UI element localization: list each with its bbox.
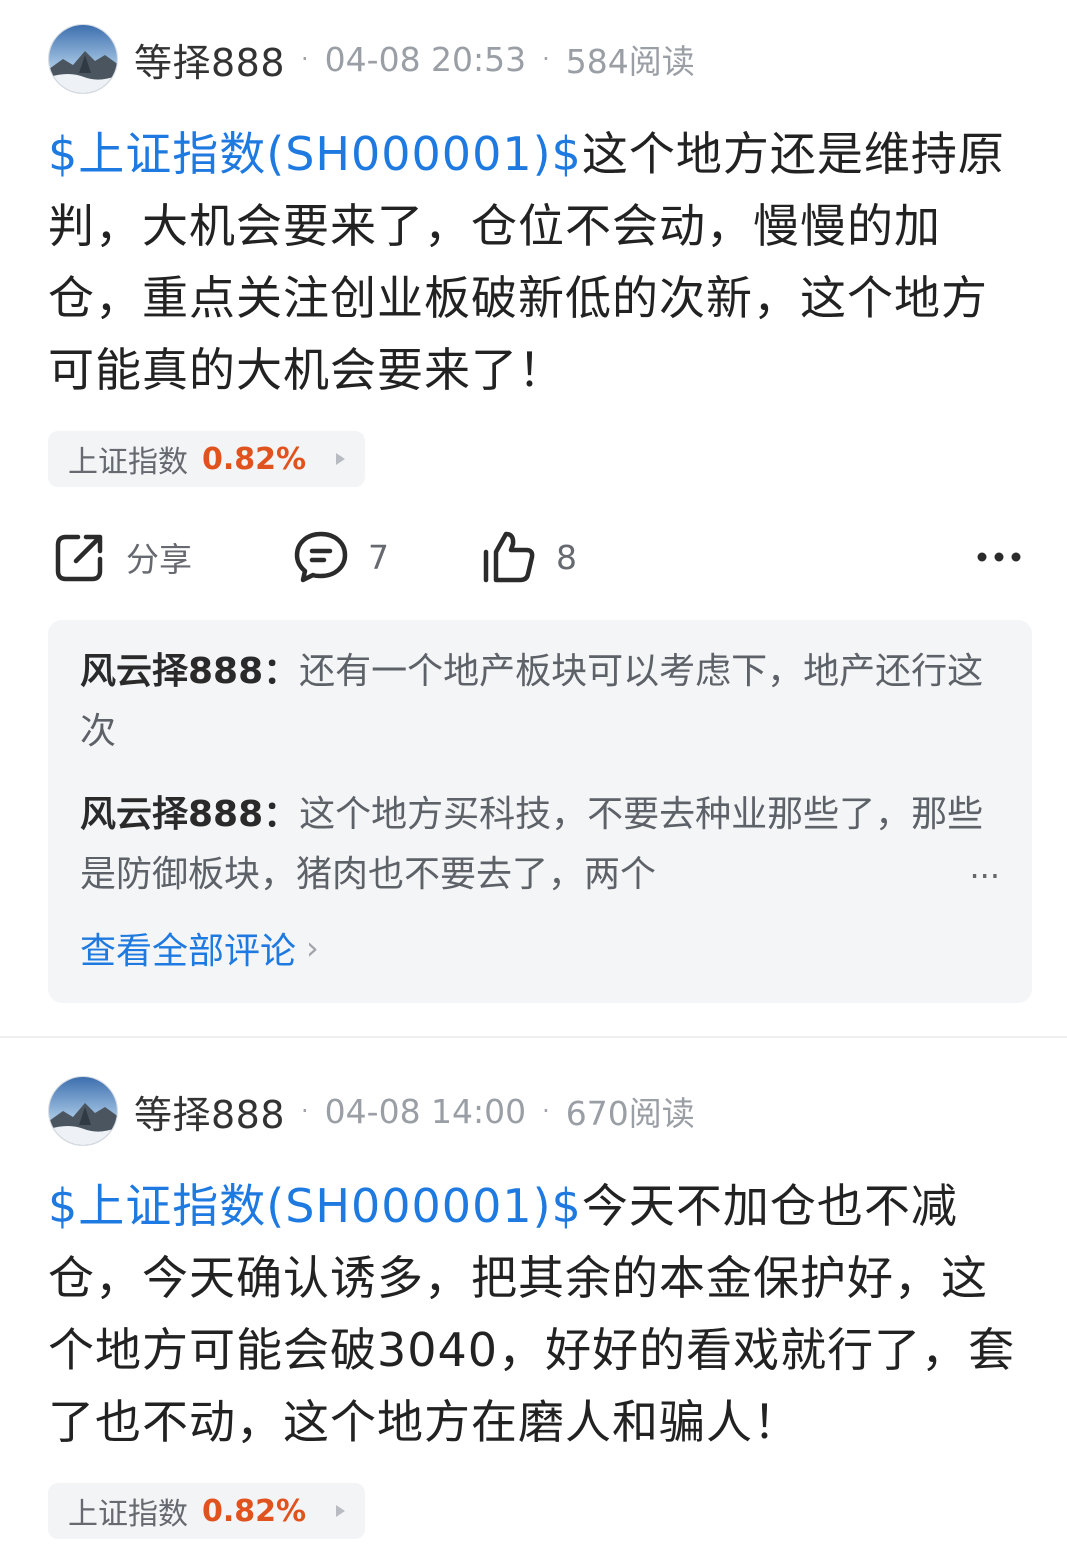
stock-tag-link[interactable]: $上证指数(SH000001)$ <box>48 1179 582 1233</box>
share-button[interactable]: 分享 <box>52 525 192 589</box>
user-avatar[interactable] <box>48 1076 118 1146</box>
comment-icon <box>294 531 348 583</box>
user-avatar[interactable] <box>48 24 118 94</box>
username[interactable]: 等择888 <box>134 32 285 87</box>
comment-author[interactable]: 风云择888 <box>80 794 263 835</box>
like-button[interactable]: 8 <box>480 525 577 589</box>
comment-separator: ： <box>263 651 300 692</box>
meta-separator: · <box>542 45 550 73</box>
comment-count: 7 <box>368 537 389 577</box>
comment-item[interactable]: 风云择888：还有一个地产板块可以考虑下，地产还行这次 <box>80 642 1000 762</box>
quote-name: 上证指数 <box>68 445 188 480</box>
read-count: 584阅读 <box>565 42 695 81</box>
comment-separator: ： <box>263 794 300 835</box>
username[interactable]: 等择888 <box>134 1084 285 1139</box>
post-timestamp: 04-08 14:00 <box>324 1091 527 1131</box>
action-bar: 分享 7 8 <box>48 525 1028 589</box>
quote-change: 0.82% <box>202 441 307 477</box>
play-arrow-icon <box>336 453 346 465</box>
view-all-comments-link[interactable]: 查看全部评论 › <box>80 922 319 974</box>
play-arrow-icon <box>336 1505 346 1517</box>
post-header: 等择888 · 04-08 20:53 · 584阅读 <box>48 24 695 94</box>
meta-separator: · <box>542 1097 550 1125</box>
quote-change: 0.82% <box>202 1493 307 1529</box>
like-count: 8 <box>556 537 577 577</box>
truncation-ellipsis: ... <box>969 848 1000 886</box>
chevron-right-icon: › <box>306 929 319 967</box>
stock-quote-chip[interactable]: 上证指数 0.82% <box>48 1483 366 1539</box>
meta-separator: · <box>301 45 309 73</box>
comment-author[interactable]: 风云择888 <box>80 651 263 692</box>
post-timestamp: 04-08 20:53 <box>324 39 527 79</box>
post-body: $上证指数(SH000001)$今天不加仓也不减仓，今天确认诱多，把其余的本金保… <box>48 1170 1023 1458</box>
comment-button[interactable]: 7 <box>292 525 389 589</box>
comment-item[interactable]: 风云择888：这个地方买科技，不要去种业那些了，那些是防御板块，猪肉也不要去了，… <box>80 785 1000 905</box>
read-count: 670阅读 <box>565 1094 695 1133</box>
post-body: $上证指数(SH000001)$这个地方还是维持原判，大机会要来了，仓位不会动，… <box>48 118 1023 406</box>
quote-name: 上证指数 <box>68 1497 188 1532</box>
share-icon <box>55 534 103 582</box>
more-button[interactable] <box>974 525 1024 589</box>
stock-quote-chip[interactable]: 上证指数 0.82% <box>48 431 366 487</box>
comment-preview-box: 风云择888：还有一个地产板块可以考虑下，地产还行这次 风云择888：这个地方买… <box>48 620 1032 1003</box>
like-icon <box>483 531 535 583</box>
meta-separator: · <box>301 1097 309 1125</box>
stock-tag-link[interactable]: $上证指数(SH000001)$ <box>48 127 582 181</box>
more-icon <box>977 552 1021 562</box>
view-all-label: 查看全部评论 <box>80 931 297 972</box>
post-header: 等择888 · 04-08 14:00 · 670阅读 <box>48 1076 695 1146</box>
share-label: 分享 <box>126 540 192 579</box>
post-divider <box>0 1036 1067 1038</box>
